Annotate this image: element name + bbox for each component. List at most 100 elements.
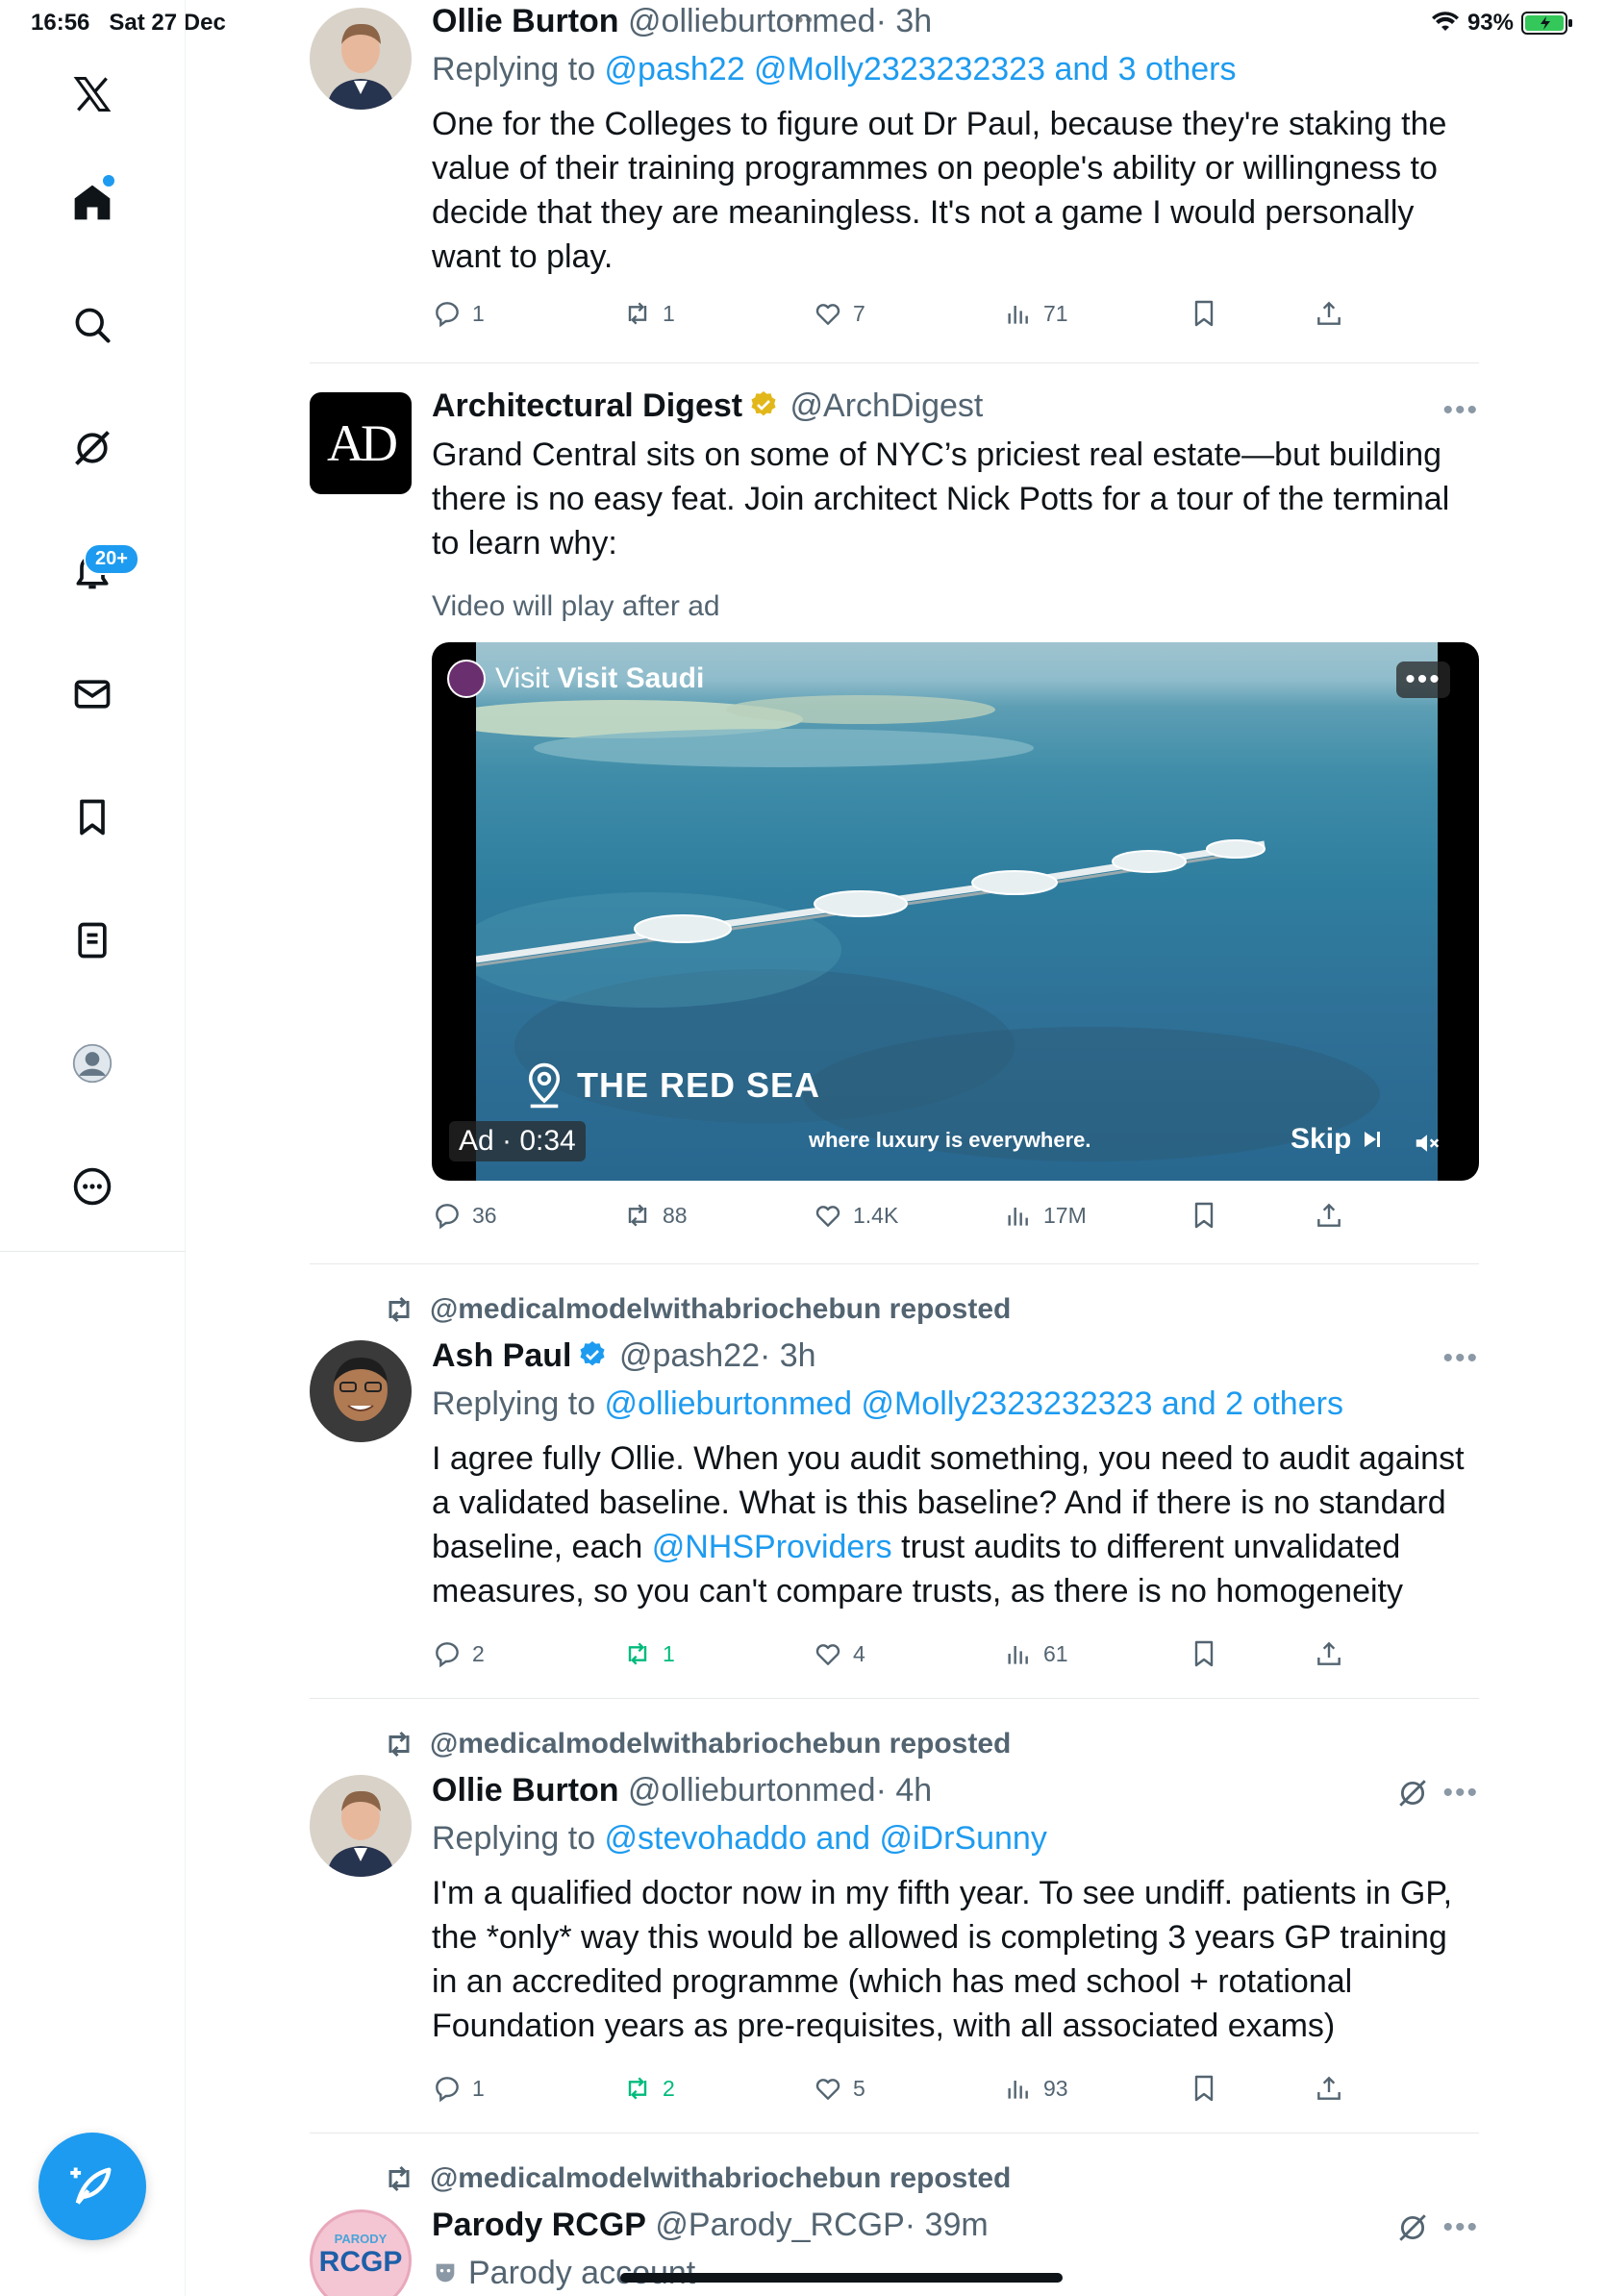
- tweet[interactable]: AD Architectural Digest @ArchDigest Gran…: [310, 385, 1479, 1250]
- repost-button[interactable]: 1: [622, 1638, 675, 1669]
- author-handle[interactable]: @pash22: [619, 1337, 760, 1374]
- grok-icon[interactable]: [1396, 2211, 1429, 2244]
- more-options-button[interactable]: •••: [1442, 394, 1479, 427]
- like-button[interactable]: 4: [813, 1638, 865, 1669]
- more-options-button[interactable]: •••: [1442, 1777, 1479, 1809]
- share-button[interactable]: [1314, 1638, 1344, 1669]
- bookmark-button[interactable]: [1189, 1200, 1219, 1231]
- avatar[interactable]: [310, 1340, 412, 1442]
- more-options-icon[interactable]: [63, 1158, 121, 1215]
- tweet[interactable]: Ollie Burton @ollieburtonmed· 3h Replyin…: [310, 0, 1479, 356]
- mention-link[interactable]: @NHSProviders: [652, 1529, 892, 1565]
- author-handle[interactable]: @ArchDigest: [790, 387, 984, 424]
- share-button[interactable]: [1314, 1200, 1344, 1231]
- skip-next-icon: [1365, 1132, 1381, 1147]
- tweet-header: Ollie Burton @ollieburtonmed· 3h: [432, 0, 1479, 42]
- tweet-divider: [310, 1263, 1479, 1264]
- reply-icon: [436, 2077, 459, 2103]
- reply-to-link[interactable]: @ollieburtonmed @Molly2323232323 and 2 o…: [605, 1385, 1343, 1422]
- compose-post-button[interactable]: [38, 2133, 146, 2240]
- author-name[interactable]: Ollie Burton: [432, 1772, 619, 1809]
- author-handle[interactable]: @ollieburtonmed: [628, 3, 876, 39]
- tweet[interactable]: @medicalmodelwithabriochebun reposted As…: [310, 1288, 1479, 1692]
- avatar[interactable]: [310, 8, 412, 110]
- tweet-divider: [310, 2133, 1479, 2134]
- repost-button[interactable]: 1: [622, 298, 675, 329]
- tweet[interactable]: @medicalmodelwithabriochebun reposted Ol…: [310, 1723, 1479, 2127]
- bookmark-icon: [1194, 300, 1214, 327]
- more-options-button[interactable]: •••: [1442, 1342, 1479, 1375]
- ad-more-options-button[interactable]: •••: [1396, 661, 1450, 698]
- x-logo-icon[interactable]: [63, 65, 121, 123]
- avatar[interactable]: AD: [310, 392, 412, 494]
- reply-to-link[interactable]: @pash22 @Molly2323232323 and 3 others: [605, 51, 1237, 87]
- share-icon: [1317, 1203, 1341, 1227]
- more-options-button[interactable]: •••: [1442, 2211, 1479, 2244]
- tweet-text: I'm a qualified doctor now in my fifth y…: [432, 1875, 1453, 2044]
- sidebar-divider: [0, 1251, 186, 1252]
- repost-button[interactable]: 2: [622, 2073, 675, 2104]
- repost-context[interactable]: @medicalmodelwithabriochebun reposted: [382, 2161, 1011, 2196]
- author-name[interactable]: Parody RCGP: [432, 2207, 646, 2243]
- advertiser-logo: [447, 660, 486, 698]
- avatar[interactable]: [310, 1775, 412, 1877]
- messages-envelope-icon[interactable]: [63, 665, 121, 723]
- tweet-header: Ollie Burton @ollieburtonmed· 4h: [432, 1769, 1479, 1811]
- tweet-text: One for the Colleges to figure out Dr Pa…: [432, 106, 1447, 275]
- bookmark-button[interactable]: [1189, 2073, 1219, 2104]
- tweet-actions: 36 88 1.4K 17M: [432, 1200, 1479, 1238]
- tweet-time: · 39m: [904, 2207, 989, 2243]
- bookmark-button[interactable]: [1189, 1638, 1219, 1669]
- views-chart-icon: [1008, 1646, 1028, 1664]
- author-handle[interactable]: @ollieburtonmed: [628, 1772, 876, 1809]
- reply-to-link[interactable]: @stevohaddo and @iDrSunny: [605, 1820, 1047, 1857]
- share-button[interactable]: [1314, 2073, 1344, 2104]
- views-button[interactable]: 17M: [1003, 1200, 1087, 1231]
- grok-icon[interactable]: [63, 419, 121, 477]
- views-button[interactable]: 71: [1003, 298, 1068, 329]
- avatar[interactable]: PARODY RCGP: [310, 2209, 412, 2296]
- reply-button[interactable]: 1: [432, 2073, 485, 2104]
- repost-icon: [628, 1642, 647, 1665]
- author-name[interactable]: Ash Paul: [432, 1337, 571, 1374]
- compose-feather-icon: [70, 2167, 112, 2205]
- author-name[interactable]: Architectural Digest: [432, 387, 742, 424]
- author-name[interactable]: Ollie Burton: [432, 3, 619, 39]
- tweet-header: Architectural Digest @ArchDigest: [432, 385, 1479, 427]
- like-button[interactable]: 1.4K: [813, 1200, 898, 1231]
- ad-tagline: where luxury is everywhere.: [809, 1128, 1091, 1152]
- ad-advertiser[interactable]: Visit Visit Saudi: [447, 660, 704, 698]
- repost-context[interactable]: @medicalmodelwithabriochebun reposted: [382, 1727, 1011, 1761]
- notifications-badge: 20+: [84, 543, 139, 575]
- bookmarks-icon[interactable]: [63, 788, 121, 846]
- ad-location-label: THE RED SEA: [523, 1061, 820, 1110]
- search-icon[interactable]: [63, 296, 121, 354]
- like-button[interactable]: 7: [813, 298, 865, 329]
- lists-icon[interactable]: [63, 911, 121, 969]
- grok-icon[interactable]: [1396, 1777, 1429, 1809]
- avatar-logo-text: AD: [327, 414, 398, 472]
- home-indicator[interactable]: [620, 2273, 1063, 2283]
- heart-icon: [815, 1644, 840, 1665]
- reply-button[interactable]: 36: [432, 1200, 497, 1231]
- author-handle[interactable]: @Parody_RCGP: [655, 2207, 904, 2243]
- reply-context: Replying to @stevohaddo and @iDrSunny: [432, 1820, 1047, 1857]
- bookmark-button[interactable]: [1189, 298, 1219, 329]
- profile-avatar-icon[interactable]: [63, 1035, 121, 1092]
- repost-context[interactable]: @medicalmodelwithabriochebun reposted: [382, 1292, 1011, 1327]
- verified-blue-badge-icon: [580, 1341, 606, 1366]
- share-button[interactable]: [1314, 298, 1344, 329]
- home-unread-dot: [103, 175, 114, 187]
- views-button[interactable]: 61: [1003, 1638, 1068, 1669]
- location-pin-icon: [528, 1062, 561, 1109]
- like-button[interactable]: 5: [813, 2073, 865, 2104]
- mute-icon[interactable]: [1413, 1129, 1441, 1158]
- views-button[interactable]: 93: [1003, 2073, 1068, 2104]
- tweet-header: Ash Paul @pash22· 3h: [432, 1335, 1479, 1377]
- repost-button[interactable]: 88: [622, 1200, 688, 1231]
- reply-icon: [436, 302, 459, 328]
- reply-button[interactable]: 2: [432, 1638, 485, 1669]
- reply-button[interactable]: 1: [432, 298, 485, 329]
- skip-ad-button[interactable]: Skip: [1291, 1123, 1384, 1156]
- video-player[interactable]: Visit Visit Saudi ••• THE RED SEA Ad · 0…: [432, 642, 1479, 1181]
